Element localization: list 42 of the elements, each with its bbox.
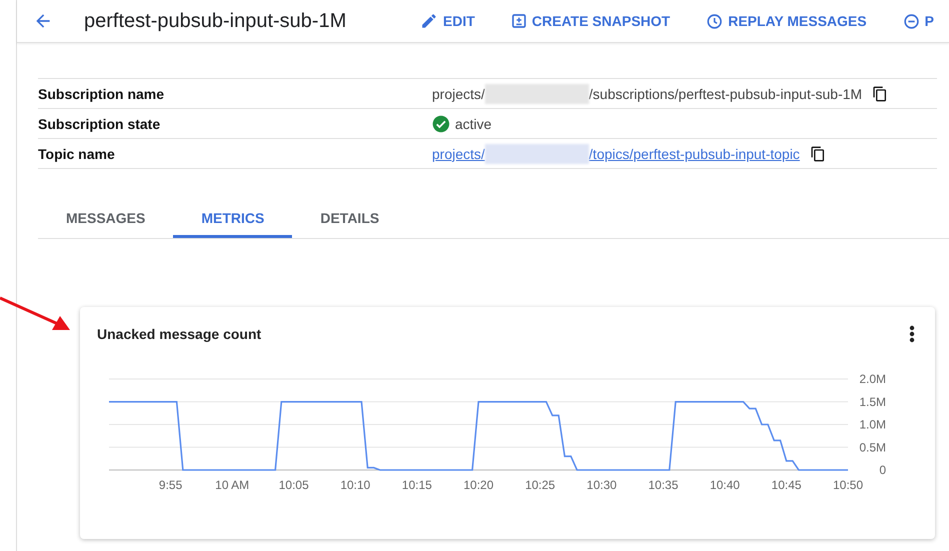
more-icon[interactable] <box>909 325 915 343</box>
x-tick-label: 10:25 <box>525 478 556 492</box>
y-tick-label: 1.5M <box>859 394 886 409</box>
check-circle-icon <box>432 114 450 132</box>
x-tick-label: 10:10 <box>340 478 370 492</box>
field-label: Topic name <box>38 146 116 162</box>
toolbar-button[interactable]: EDIT <box>414 12 481 30</box>
x-tick-label: 10:30 <box>586 478 617 492</box>
tab[interactable]: DETAILS <box>292 200 408 238</box>
status-text: active <box>455 116 492 132</box>
x-tick-label: 10:45 <box>771 478 802 492</box>
toolbar-button[interactable]: P <box>896 12 940 30</box>
chart-title: Unacked message count <box>97 326 262 342</box>
copy-icon[interactable] <box>810 146 826 162</box>
y-tick-label: 0 <box>879 463 886 477</box>
pencil-icon <box>420 12 438 30</box>
x-tick-label: 9:55 <box>158 478 182 492</box>
x-tick-label: 10:15 <box>402 478 432 492</box>
field-label: Subscription name <box>38 86 166 102</box>
y-tick-label: 1.0M <box>859 418 886 432</box>
toolbar-button[interactable]: CREATE SNAPSHOT <box>504 13 676 29</box>
plus-box-icon <box>510 13 527 29</box>
topic-link[interactable]: /topics/perftest-pubsub-input-topic <box>588 146 800 162</box>
topic-link[interactable]: projects/ <box>432 146 485 162</box>
path-text: /subscriptions/perftest-pubsub-input-sub-1M <box>588 86 862 102</box>
field-label: Subscription state <box>38 116 162 132</box>
toolbar-button[interactable]: REPLAY MESSAGES <box>700 12 873 30</box>
x-tick-label: 10:40 <box>710 478 740 492</box>
copy-icon[interactable] <box>872 86 888 102</box>
tab[interactable]: MESSAGES <box>38 200 174 238</box>
x-tick-label: 10 AM <box>215 478 250 492</box>
y-tick-label: 2.0M <box>859 372 886 386</box>
x-tick-label: 10:35 <box>648 478 678 492</box>
path-prefix: projects/ <box>432 86 485 102</box>
x-tick-label: 10:20 <box>463 478 494 492</box>
x-tick-label: 10:50 <box>832 478 864 492</box>
y-tick-label: 0.5M <box>859 440 886 454</box>
tab[interactable]: METRICS <box>173 200 292 238</box>
x-tick-label: 10:05 <box>278 478 309 492</box>
minus-circle-icon <box>902 12 920 30</box>
clock-icon <box>706 12 724 30</box>
page-title: perftest-pubsub-input-sub-1M <box>84 10 348 32</box>
